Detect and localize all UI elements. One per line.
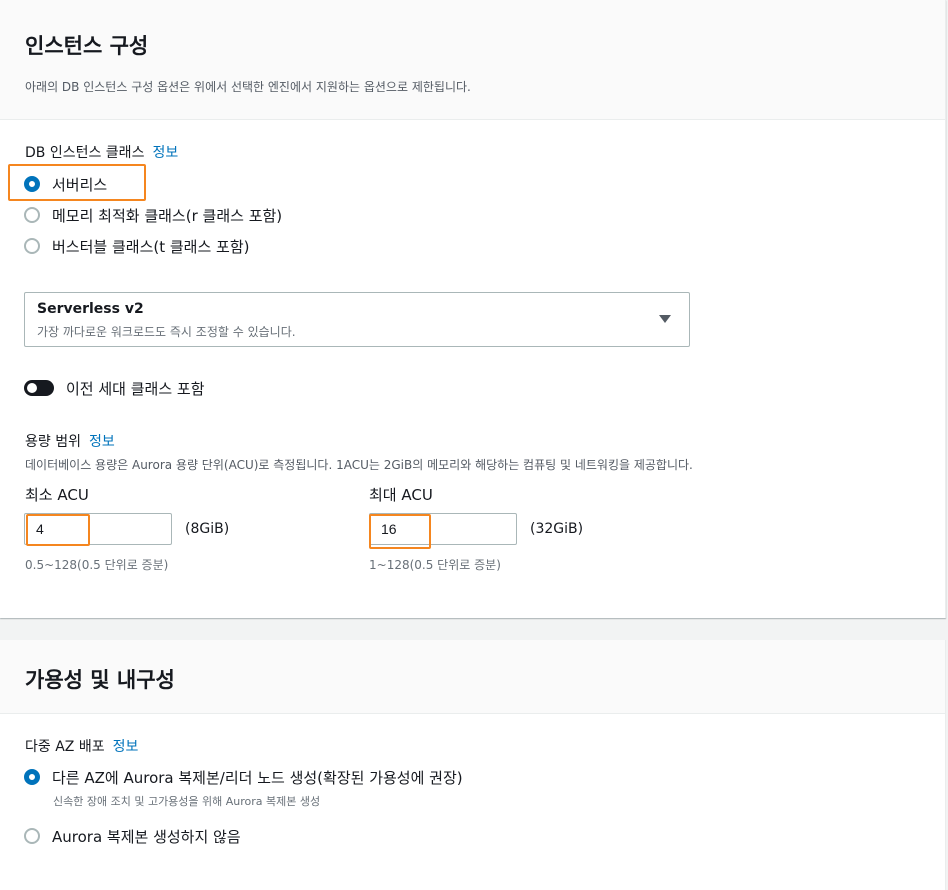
multi-az-label: 다중 AZ 배포 정보 [25,736,138,756]
radio-label-burstable: 버스터블 클래스(t 클래스 포함) [52,237,250,256]
min-acu-highlight-box [26,514,90,546]
create-replica-description: 신속한 장애 조치 및 고가용성을 위해 Aurora 복제본 생성 [53,795,321,808]
db-instance-class-text: DB 인스턴스 클래스 [25,145,145,161]
radio-label-no-replica: Aurora 복제본 생성하지 않음 [52,827,241,846]
select-value: Serverless v2 [37,301,144,317]
toggle-knob [27,383,37,393]
max-acu-highlight-box [369,514,431,549]
capacity-description: 데이터베이스 용량은 Aurora 용량 단위(ACU)로 측정됩니다. 1AC… [25,458,693,472]
max-acu-unit: (32GiB) [530,521,584,537]
previous-generation-toggle[interactable] [24,380,54,396]
serverless-highlight-box [8,164,146,201]
radio-button-burstable[interactable] [24,238,40,254]
instance-config-header: 인스턴스 구성 아래의 DB 인스턴스 구성 옵션은 위에서 선택한 엔진에서 … [0,0,945,120]
instance-config-description: 아래의 DB 인스턴스 구성 옵션은 위에서 선택한 엔진에서 지원하는 옵션으… [25,80,471,94]
availability-header: 가용성 및 내구성 [0,640,945,714]
radio-create-replica[interactable]: 다른 AZ에 Aurora 복제본/리더 노드 생성(확장된 가용성에 권장) [24,765,463,789]
availability-title: 가용성 및 내구성 [25,668,175,692]
radio-button-memory-optimized[interactable] [24,207,40,223]
min-acu-hint: 0.5~128(0.5 단위로 증분) [25,558,169,572]
radio-button-create-replica[interactable] [24,769,40,785]
max-acu-label: 최대 ACU [369,486,433,504]
radio-button-no-replica[interactable] [24,828,40,844]
max-acu-hint: 1~128(0.5 단위로 증분) [369,558,501,572]
capacity-range-label: 용량 범위 정보 [25,431,115,451]
toggle-label: 이전 세대 클래스 포함 [66,380,205,398]
capacity-range-info-link[interactable]: 정보 [89,434,115,450]
radio-label-memory-optimized: 메모리 최적화 클래스(r 클래스 포함) [52,206,283,225]
db-instance-class-info-link[interactable]: 정보 [152,145,178,161]
instance-class-select[interactable]: Serverless v2 가장 까다로운 워크로드도 즉시 조정할 수 있습니… [24,292,690,347]
instance-config-panel: 인스턴스 구성 아래의 DB 인스턴스 구성 옵션은 위에서 선택한 엔진에서 … [0,0,946,618]
instance-config-title: 인스턴스 구성 [25,34,149,58]
multi-az-info-link[interactable]: 정보 [113,739,139,755]
min-acu-unit: (8GiB) [185,521,230,537]
multi-az-text: 다중 AZ 배포 [25,739,105,755]
radio-memory-optimized[interactable]: 메모리 최적화 클래스(r 클래스 포함) [24,203,282,227]
min-acu-label: 최소 ACU [25,486,89,504]
radio-label-create-replica: 다른 AZ에 Aurora 복제본/리더 노드 생성(확장된 가용성에 권장) [52,768,463,787]
radio-no-replica[interactable]: Aurora 복제본 생성하지 않음 [24,824,241,848]
db-instance-class-label: DB 인스턴스 클래스 정보 [25,142,178,162]
radio-burstable[interactable]: 버스터블 클래스(t 클래스 포함) [24,234,250,258]
availability-panel: 가용성 및 내구성 다중 AZ 배포 정보 다른 AZ에 Aurora 복제본/리… [0,640,946,890]
caret-down-icon[interactable] [659,315,671,323]
select-description: 가장 까다로운 워크로드도 즉시 조정할 수 있습니다. [37,325,296,339]
capacity-range-text: 용량 범위 [25,434,81,450]
